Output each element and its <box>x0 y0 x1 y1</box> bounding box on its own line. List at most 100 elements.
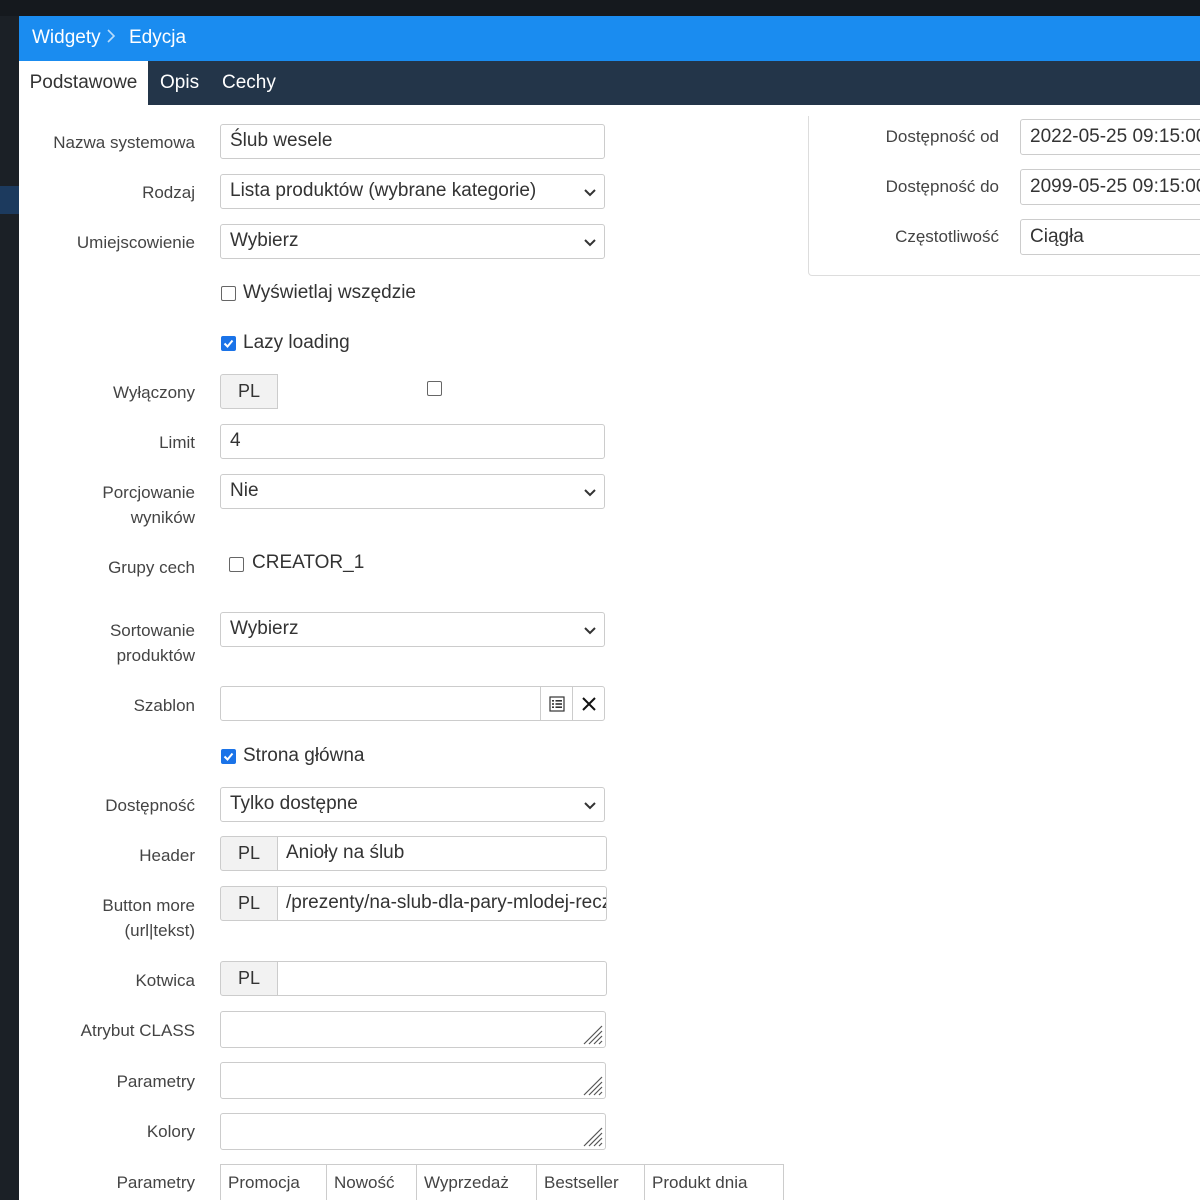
available-from-label: Dostępność od <box>885 127 999 146</box>
availability-label: Dostępność <box>105 796 195 815</box>
header-lang-badge: PL <box>220 836 278 871</box>
chevron-down-icon <box>584 239 596 247</box>
template-clear-button[interactable] <box>572 686 605 721</box>
pagination-label-line1: Porcjowanie <box>102 483 195 502</box>
sorting-value: Wybierz <box>230 618 299 639</box>
param-tag-nowosc[interactable]: Nowość <box>327 1165 417 1200</box>
check-icon <box>223 752 234 761</box>
widget-edit-modal: Widgety Edycja Podstawowe Opis Cechy Naz… <box>19 16 1200 1200</box>
lazy-loading-checkbox[interactable] <box>221 336 236 351</box>
type-label: Rodzaj <box>142 183 195 202</box>
feature-groups-label: Grupy cech <box>108 558 195 577</box>
template-label: Szablon <box>133 696 195 715</box>
placement-label: Umiejscowienie <box>76 233 195 252</box>
button-more-label-line1: Button more <box>102 896 195 915</box>
class-attr-label: Atrybut CLASS <box>80 1021 195 1040</box>
breadcrumb-section[interactable]: Widgety <box>32 27 101 49</box>
chevron-down-icon <box>584 189 596 197</box>
lazy-loading-label: Lazy loading <box>243 332 350 353</box>
pagination-value: Nie <box>230 480 259 501</box>
breadcrumb-current: Edycja <box>129 27 187 48</box>
limit-input[interactable]: 4 <box>220 424 605 459</box>
pagination-label-line2: wyników <box>130 508 195 527</box>
show-everywhere-label: Wyświetlaj wszędzie <box>243 282 416 303</box>
tab-bar: Podstawowe Opis Cechy <box>19 61 1200 105</box>
anchor-input-group: PL <box>220 961 607 997</box>
placement-value: Wybierz <box>230 230 299 251</box>
sorting-label-line1: Sortowanie <box>109 621 195 640</box>
sorting-label-line2: produktów <box>116 646 195 665</box>
param-tag-promocja[interactable]: Promocja <box>221 1165 327 1200</box>
available-from-input[interactable]: 2022-05-25 09:15:00 <box>1020 119 1200 155</box>
check-icon <box>223 339 234 348</box>
tab-cechy[interactable]: Cechy <box>222 61 276 105</box>
chevron-down-icon <box>584 489 596 497</box>
frequency-select[interactable]: Ciągła <box>1020 219 1200 255</box>
list-icon <box>549 696 565 712</box>
frequency-label: Częstotliwość <box>895 227 999 246</box>
available-to-value: 2099-05-25 09:15:00 <box>1030 176 1200 197</box>
limit-value: 4 <box>230 430 241 451</box>
template-input[interactable] <box>220 686 541 721</box>
button-more-label-line2: (url|tekst) <box>124 921 195 940</box>
placement-select[interactable]: Wybierz <box>220 224 605 259</box>
template-input-group <box>220 686 606 721</box>
available-from-value: 2022-05-25 09:15:00 <box>1030 126 1200 147</box>
disabled-lang-badge: PL <box>220 374 278 409</box>
anchor-lang-badge: PL <box>220 961 278 996</box>
header-label: Header <box>139 846 195 865</box>
system-name-input[interactable]: Ślub wesele <box>220 124 605 159</box>
resize-grip-icon[interactable] <box>581 1023 603 1045</box>
system-name-label: Nazwa systemowa <box>53 133 195 152</box>
param-tag-produkt-dnia[interactable]: Produkt dnia <box>645 1165 783 1200</box>
close-icon <box>582 697 596 711</box>
feature-group-creator-checkbox[interactable] <box>229 557 244 572</box>
available-to-input[interactable]: 2099-05-25 09:15:00 <box>1020 169 1200 205</box>
class-attr-textarea[interactable] <box>220 1011 606 1048</box>
show-everywhere-checkbox[interactable] <box>221 286 236 301</box>
tab-podstawowe[interactable]: Podstawowe <box>19 61 148 105</box>
header-value: Anioły na ślub <box>286 842 405 863</box>
sorting-select[interactable]: Wybierz <box>220 612 605 647</box>
disabled-label: Wyłączony <box>112 383 195 402</box>
background-sidebar-active-item <box>0 186 19 214</box>
header-input[interactable]: Anioły na ślub <box>277 836 607 871</box>
colors-textarea[interactable] <box>220 1113 606 1150</box>
available-to-label: Dostępność do <box>885 177 999 196</box>
feature-group-creator-label: CREATOR_1 <box>252 552 365 573</box>
homepage-checkbox[interactable] <box>221 749 236 764</box>
anchor-input[interactable] <box>277 961 607 996</box>
pagination-select[interactable]: Nie <box>220 474 605 509</box>
resize-grip-icon[interactable] <box>581 1125 603 1147</box>
chevron-down-icon <box>584 627 596 635</box>
button-more-lang-badge: PL <box>220 886 278 921</box>
frequency-value: Ciągła <box>1030 226 1084 247</box>
availability-value: Tylko dostępne <box>230 793 358 814</box>
type-value: Lista produktów (wybrane kategorie) <box>230 180 537 201</box>
homepage-label: Strona główna <box>243 745 365 766</box>
availability-select[interactable]: Tylko dostępne <box>220 787 605 822</box>
param-tag-bestseller[interactable]: Bestseller <box>537 1165 645 1200</box>
tab-opis[interactable]: Opis <box>160 61 199 105</box>
params-tags-label: Parametry <box>116 1173 195 1192</box>
availability-panel: Dostępność od 2022-05-25 09:15:00 Dostęp… <box>808 116 1200 276</box>
colors-label: Kolory <box>146 1122 195 1141</box>
chevron-down-icon <box>584 802 596 810</box>
limit-label: Limit <box>159 433 195 452</box>
params-label: Parametry <box>116 1072 195 1091</box>
disabled-checkbox[interactable] <box>427 381 442 396</box>
params-textarea[interactable] <box>220 1062 606 1099</box>
button-more-value: /prezenty/na-slub-dla-pary-mlodej-recz <box>286 892 607 913</box>
template-browse-button[interactable] <box>540 686 573 721</box>
params-tags-table: Promocja Nowość Wyprzedaż Bestseller Pro… <box>220 1164 784 1200</box>
background-top-nav <box>0 0 1200 16</box>
button-more-input-group: PL /prezenty/na-slub-dla-pary-mlodej-rec… <box>220 886 607 922</box>
header-input-group: PL Anioły na ślub <box>220 836 607 872</box>
anchor-label: Kotwica <box>135 971 195 990</box>
modal-titlebar: Widgety Edycja <box>19 16 1200 61</box>
param-tag-wyprzedaz[interactable]: Wyprzedaż <box>417 1165 537 1200</box>
chevron-right-icon <box>106 27 116 48</box>
resize-grip-icon[interactable] <box>581 1074 603 1096</box>
type-select[interactable]: Lista produktów (wybrane kategorie) <box>220 174 605 209</box>
button-more-input[interactable]: /prezenty/na-slub-dla-pary-mlodej-recz <box>277 886 607 921</box>
